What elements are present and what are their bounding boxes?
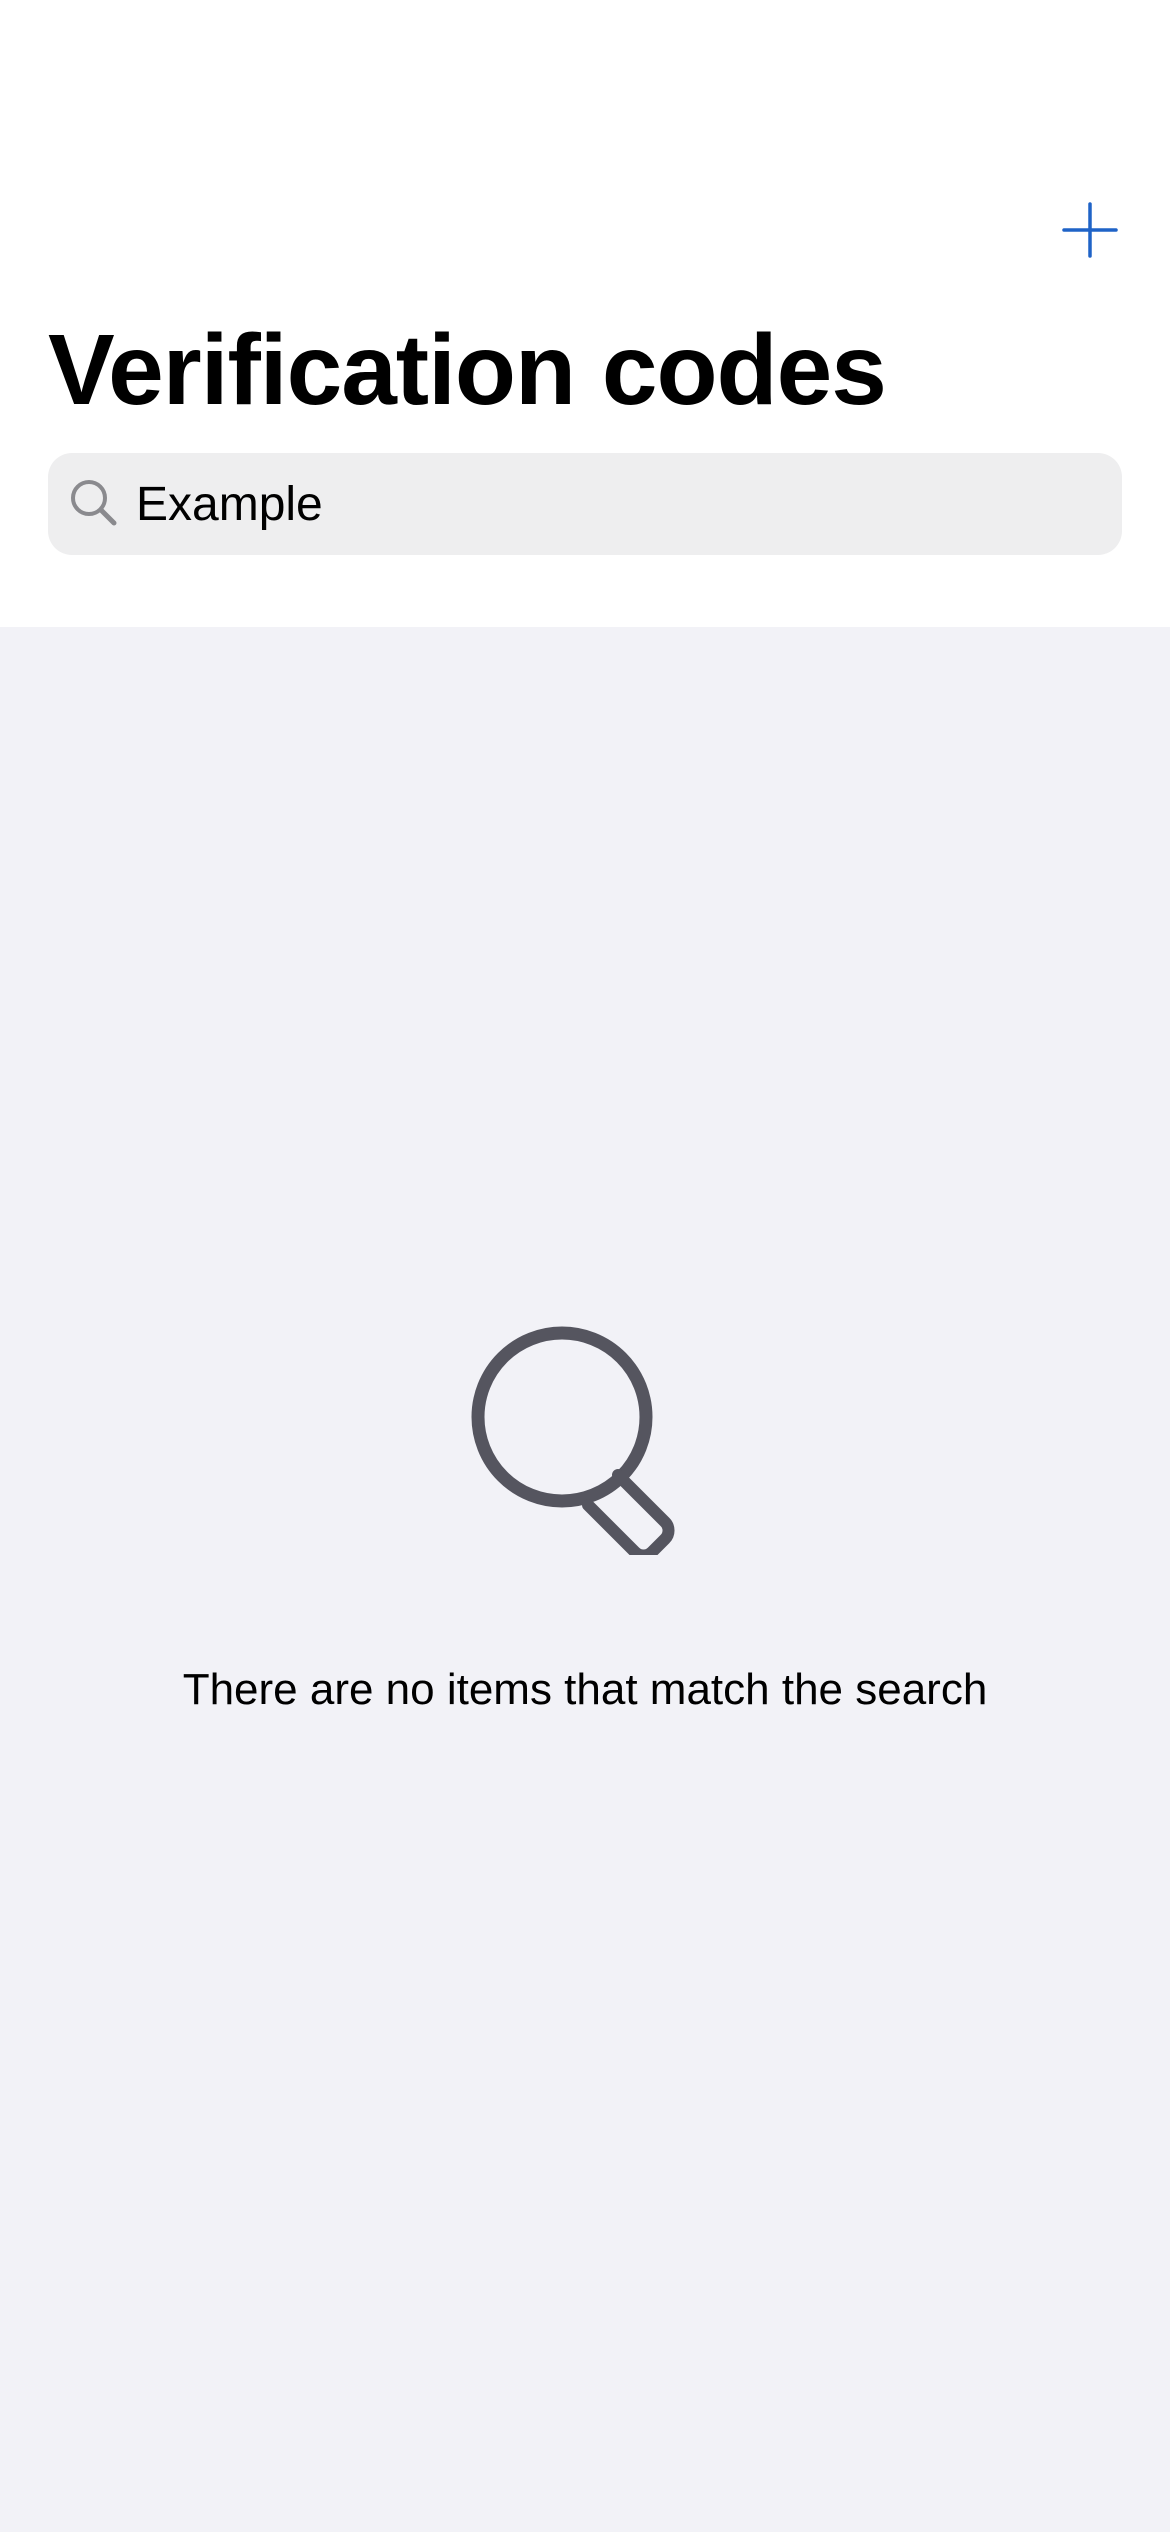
search-input[interactable] — [136, 453, 1096, 555]
search-icon — [71, 480, 117, 526]
page-title: Verification codes — [48, 314, 887, 426]
plus-icon — [1062, 202, 1118, 258]
search-bar[interactable] — [48, 453, 1122, 555]
empty-state-message: There are no items that match the search — [182, 1665, 988, 1714]
add-button[interactable] — [1050, 190, 1130, 270]
navigation-header: Verification codes — [0, 0, 1170, 627]
magnifying-glass-icon — [471, 1326, 675, 1555]
